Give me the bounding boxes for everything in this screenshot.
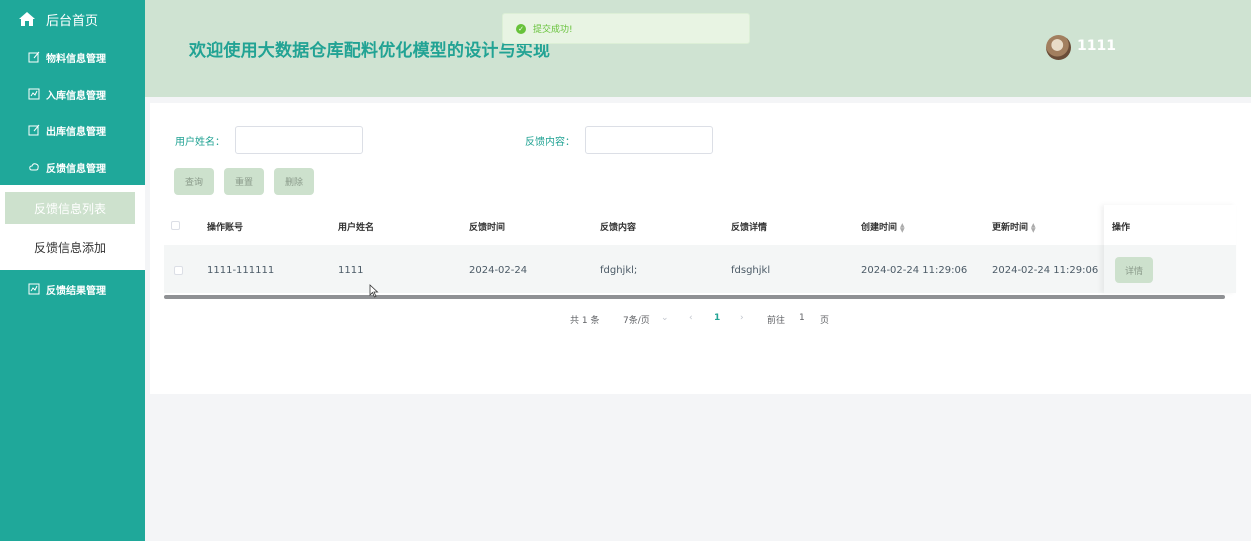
query-button[interactable]: 查询 [174, 168, 214, 195]
cell-content: fdghjkl; [600, 265, 638, 276]
delete-button[interactable]: 删除 [274, 168, 314, 195]
page-suffix: 页 [820, 316, 830, 326]
cell-created: 2024-02-24 11:29:06 [861, 265, 968, 276]
col-created[interactable]: 创建时间 ▲ ▼ [861, 220, 905, 233]
col-content: 反馈内容 [600, 223, 637, 233]
col-created-label: 创建时间 [861, 223, 898, 233]
sidebar: 后台首页 物料信息管理 入库信息管理 出库信息管理 反馈信息管理 反馈信息列表 … [0, 0, 145, 541]
col-updated-label: 更新时间 [992, 223, 1029, 233]
cell-detail: fdsghjkl [731, 265, 771, 276]
content-panel: 用户姓名： 反馈内容： 查询 重置 删除 操作账号 用户姓名 反馈时间 反馈内容… [150, 103, 1251, 394]
goto-label: 前往 [767, 316, 786, 326]
col-updated[interactable]: 更新时间 ▲ ▼ [992, 220, 1036, 233]
reset-button[interactable]: 重置 [224, 168, 264, 195]
sidebar-item-label: 入库信息管理 [46, 90, 106, 102]
sidebar-item-inbound[interactable]: 入库信息管理 [0, 76, 145, 112]
detail-button[interactable]: 详情 [1115, 257, 1153, 283]
mouse-cursor-icon [369, 284, 379, 298]
table-row: 1111-111111 1111 2024-02-24 fdghjkl; fds… [164, 245, 1236, 293]
sidebar-item-label: 物料信息管理 [46, 53, 106, 65]
cell-username: 1111 [338, 265, 364, 276]
header-username[interactable]: 1111 [1077, 38, 1116, 54]
col-action: 操作 [1112, 223, 1131, 233]
select-all-checkbox[interactable] [171, 221, 180, 230]
edit-icon [28, 124, 40, 136]
sidebar-item-label: 反馈信息管理 [46, 163, 106, 175]
row-checkbox[interactable] [174, 266, 183, 275]
success-toast: ✓ 提交成功! [502, 13, 750, 44]
horizontal-scrollbar[interactable] [164, 295, 1225, 299]
col-username: 用户姓名 [338, 223, 375, 233]
chart-icon [28, 283, 40, 295]
sidebar-item-label: 出库信息管理 [46, 126, 106, 138]
sidebar-item-materials[interactable]: 物料信息管理 [0, 39, 145, 75]
submenu-feedback-list[interactable]: 反馈信息列表 [5, 192, 135, 224]
home-icon [19, 12, 35, 26]
cloud-icon [28, 161, 40, 173]
sort-icon[interactable]: ▲ ▼ [900, 222, 905, 233]
chart-icon [28, 88, 40, 100]
sidebar-home-label: 后台首页 [46, 13, 99, 29]
prev-page-icon[interactable]: ‹ [689, 313, 693, 323]
page-number-current[interactable]: 1 [714, 313, 720, 323]
page-title: 欢迎使用大数据仓库配料优化模型的设计与实现 [189, 41, 551, 61]
fixed-action-column: 操作 详情 [1104, 205, 1236, 293]
toast-message: 提交成功! [533, 25, 573, 35]
avatar[interactable] [1046, 35, 1071, 60]
table-header: 操作账号 用户姓名 反馈时间 反馈内容 反馈详情 创建时间 ▲ ▼ 更新时间 ▲ ▼ [164, 205, 1236, 245]
chevron-down-icon[interactable]: ⌄ [661, 313, 669, 323]
username-input[interactable] [235, 126, 363, 154]
edit-icon [28, 51, 40, 63]
next-page-icon[interactable]: › [740, 313, 744, 323]
col-feedback-time: 反馈时间 [469, 223, 506, 233]
sidebar-home[interactable]: 后台首页 [0, 0, 145, 38]
check-circle-icon: ✓ [516, 23, 526, 34]
sidebar-item-feedback-result[interactable]: 反馈结果管理 [0, 271, 145, 307]
sort-icon[interactable]: ▲ ▼ [1031, 222, 1036, 233]
goto-input[interactable]: 1 [799, 313, 805, 323]
pagination-total: 共 1 条 [570, 316, 600, 326]
col-detail: 反馈详情 [731, 223, 768, 233]
submenu-feedback-add[interactable]: 反馈信息添加 [5, 231, 135, 263]
content-label: 反馈内容： [525, 137, 575, 148]
col-account: 操作账号 [207, 223, 244, 233]
cell-account: 1111-111111 [207, 265, 275, 276]
sidebar-item-outbound[interactable]: 出库信息管理 [0, 112, 145, 148]
username-label: 用户姓名： [175, 137, 225, 148]
feedback-submenu: 反馈信息列表 反馈信息添加 [0, 185, 145, 270]
sidebar-item-label: 反馈结果管理 [46, 285, 106, 297]
content-input[interactable] [585, 126, 713, 154]
sidebar-item-feedback[interactable]: 反馈信息管理 [0, 149, 145, 185]
cell-updated: 2024-02-24 11:29:06 [992, 265, 1099, 276]
cell-feedback-time: 2024-02-24 [469, 265, 528, 276]
page-size-select[interactable]: 7条/页 [623, 313, 650, 326]
